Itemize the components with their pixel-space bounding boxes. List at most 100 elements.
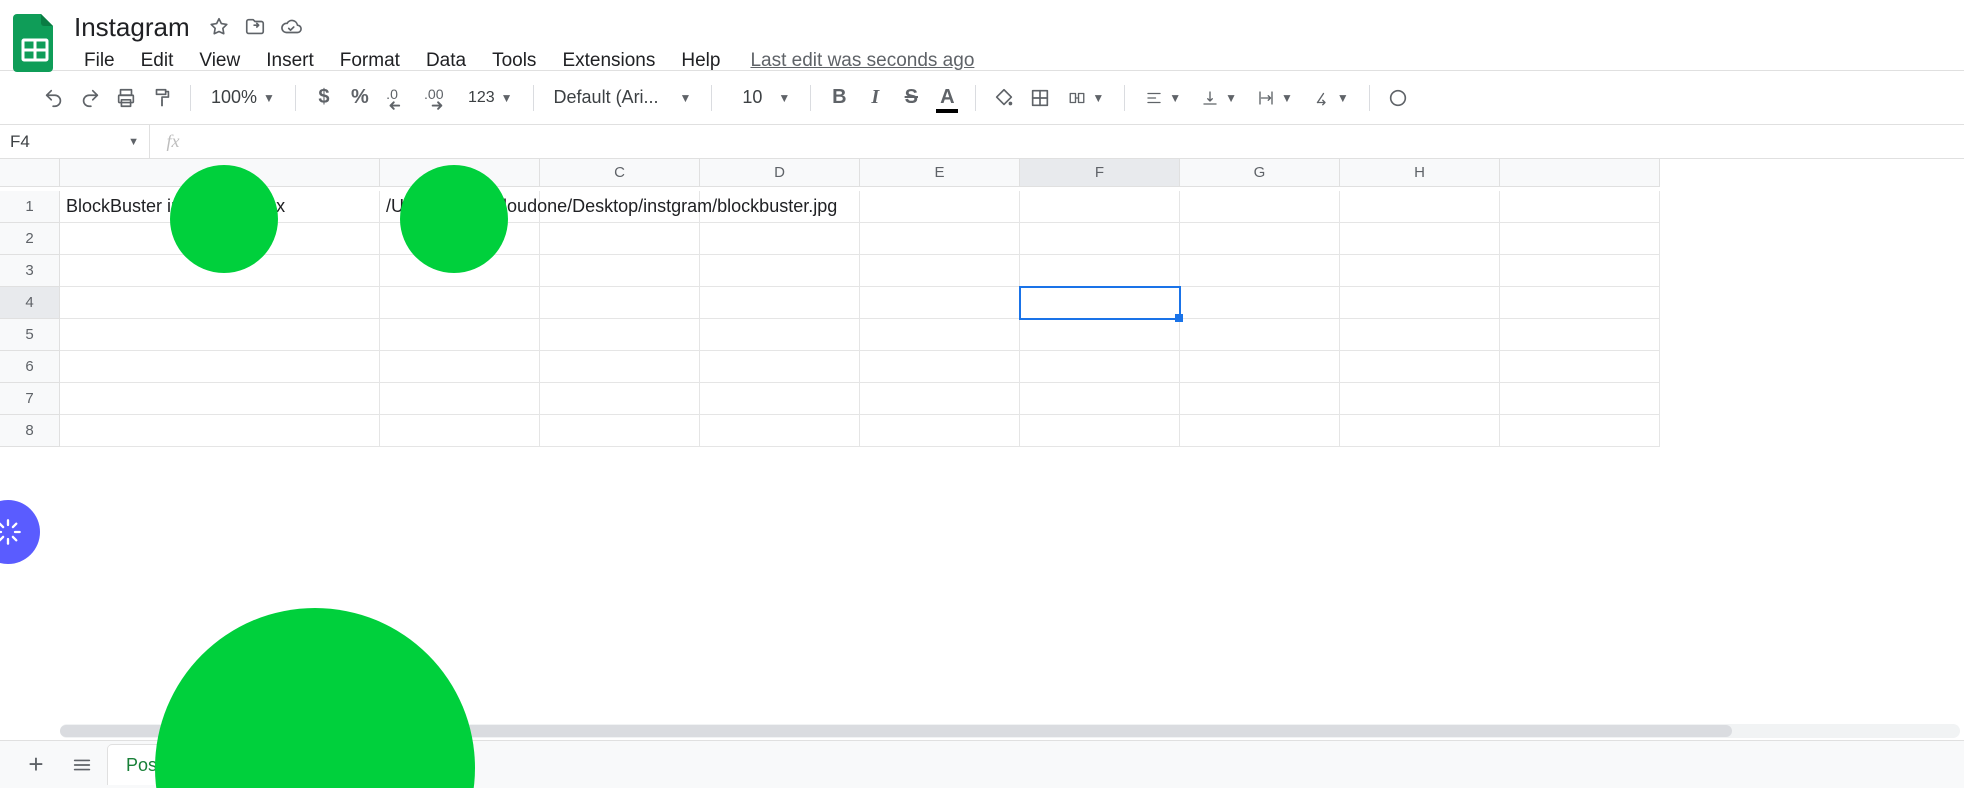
cell-b7[interactable] [380, 383, 540, 415]
cell-c6[interactable] [540, 351, 700, 383]
more-toolbar-button[interactable] [1382, 81, 1414, 115]
formula-input[interactable] [196, 125, 1964, 158]
cell-c2[interactable] [540, 223, 700, 255]
cell-a6[interactable] [60, 351, 380, 383]
column-header-g[interactable]: G [1180, 159, 1340, 187]
cell-d2[interactable] [700, 223, 860, 255]
cell-i7[interactable] [1500, 383, 1660, 415]
row-header-7[interactable]: 7 [0, 383, 60, 415]
cell-h3[interactable] [1340, 255, 1500, 287]
menu-format[interactable]: Format [328, 46, 412, 76]
cell-c5[interactable] [540, 319, 700, 351]
cell-d8[interactable] [700, 415, 860, 447]
merge-cells-dropdown[interactable]: ▼ [1060, 81, 1112, 115]
cell-g5[interactable] [1180, 319, 1340, 351]
percent-button[interactable]: % [344, 81, 376, 115]
cell-d1[interactable] [700, 191, 860, 223]
cell-d7[interactable] [700, 383, 860, 415]
cell-g8[interactable] [1180, 415, 1340, 447]
cell-h7[interactable] [1340, 383, 1500, 415]
cell-b8[interactable] [380, 415, 540, 447]
column-header-a[interactable]: A [60, 159, 380, 187]
column-header-d[interactable]: D [700, 159, 860, 187]
select-all-corner[interactable] [0, 159, 60, 187]
menu-edit[interactable]: Edit [129, 46, 186, 76]
cell-f8[interactable] [1020, 415, 1180, 447]
name-box[interactable]: F4 ▼ [0, 125, 150, 158]
cell-a1[interactable]: BlockBuster in a phone box [60, 191, 380, 223]
move-icon[interactable] [242, 14, 268, 40]
row-header-8[interactable]: 8 [0, 415, 60, 447]
decrease-decimals-button[interactable]: .0 [380, 81, 414, 115]
spreadsheet-grid[interactable]: A B C D E F G H 1 BlockBuster in a phone… [0, 159, 1964, 740]
cell-a7[interactable] [60, 383, 380, 415]
all-sheets-button[interactable] [62, 745, 102, 785]
cell-f2[interactable] [1020, 223, 1180, 255]
cell-f3[interactable] [1020, 255, 1180, 287]
column-header-c[interactable]: C [540, 159, 700, 187]
cell-d5[interactable] [700, 319, 860, 351]
cell-g3[interactable] [1180, 255, 1340, 287]
add-sheet-button[interactable]: + [16, 745, 56, 785]
cell-d6[interactable] [700, 351, 860, 383]
cell-g7[interactable] [1180, 383, 1340, 415]
menu-extensions[interactable]: Extensions [550, 46, 667, 76]
fill-color-button[interactable] [988, 81, 1020, 115]
cell-b5[interactable] [380, 319, 540, 351]
cell-b6[interactable] [380, 351, 540, 383]
menu-tools[interactable]: Tools [480, 46, 548, 76]
cell-e6[interactable] [860, 351, 1020, 383]
zoom-dropdown[interactable]: 100% ▼ [203, 81, 283, 115]
cell-a3[interactable] [60, 255, 380, 287]
cell-c7[interactable] [540, 383, 700, 415]
menu-data[interactable]: Data [414, 46, 478, 76]
cell-e1[interactable] [860, 191, 1020, 223]
cell-i6[interactable] [1500, 351, 1660, 383]
cell-d3[interactable] [700, 255, 860, 287]
cell-h4[interactable] [1340, 287, 1500, 319]
cell-e8[interactable] [860, 415, 1020, 447]
cell-e5[interactable] [860, 319, 1020, 351]
cell-b3[interactable] [380, 255, 540, 287]
cell-i3[interactable] [1500, 255, 1660, 287]
cell-b1[interactable]: /Users/thudercloudone/Desktop/instgram/b… [380, 191, 540, 223]
cell-c8[interactable] [540, 415, 700, 447]
text-color-button[interactable]: A [931, 81, 963, 115]
more-formats-dropdown[interactable]: 123 ▼ [460, 81, 521, 115]
last-edit-link[interactable]: Last edit was seconds ago [750, 50, 974, 72]
vertical-align-dropdown[interactable]: ▼ [1193, 81, 1245, 115]
menu-help[interactable]: Help [669, 46, 732, 76]
cell-f5[interactable] [1020, 319, 1180, 351]
cell-i8[interactable] [1500, 415, 1660, 447]
cell-h6[interactable] [1340, 351, 1500, 383]
text-wrap-dropdown[interactable]: ▼ [1249, 81, 1301, 115]
cell-f6[interactable] [1020, 351, 1180, 383]
bold-button[interactable]: B [823, 81, 855, 115]
redo-button[interactable] [74, 81, 106, 115]
menu-view[interactable]: View [187, 46, 252, 76]
column-header-h[interactable]: H [1340, 159, 1500, 187]
print-button[interactable] [110, 81, 142, 115]
scrollbar-thumb[interactable] [60, 725, 1732, 737]
star-icon[interactable] [206, 14, 232, 40]
row-header-2[interactable]: 2 [0, 223, 60, 255]
cell-i4[interactable] [1500, 287, 1660, 319]
cell-i2[interactable] [1500, 223, 1660, 255]
menu-file[interactable]: File [72, 46, 127, 76]
paint-format-button[interactable] [146, 81, 178, 115]
cell-h5[interactable] [1340, 319, 1500, 351]
cell-i5[interactable] [1500, 319, 1660, 351]
column-header-e[interactable]: E [860, 159, 1020, 187]
row-header-6[interactable]: 6 [0, 351, 60, 383]
cell-h1[interactable] [1340, 191, 1500, 223]
menu-insert[interactable]: Insert [254, 46, 326, 76]
cell-a2[interactable] [60, 223, 380, 255]
font-family-dropdown[interactable]: Default (Ari... ▼ [546, 81, 700, 115]
text-rotation-dropdown[interactable]: ▼ [1305, 81, 1357, 115]
row-header-3[interactable]: 3 [0, 255, 60, 287]
cell-e2[interactable] [860, 223, 1020, 255]
column-header-f[interactable]: F [1020, 159, 1180, 187]
increase-decimals-button[interactable]: .00 [418, 81, 456, 115]
currency-button[interactable]: $ [308, 81, 340, 115]
strikethrough-button[interactable]: S [895, 81, 927, 115]
